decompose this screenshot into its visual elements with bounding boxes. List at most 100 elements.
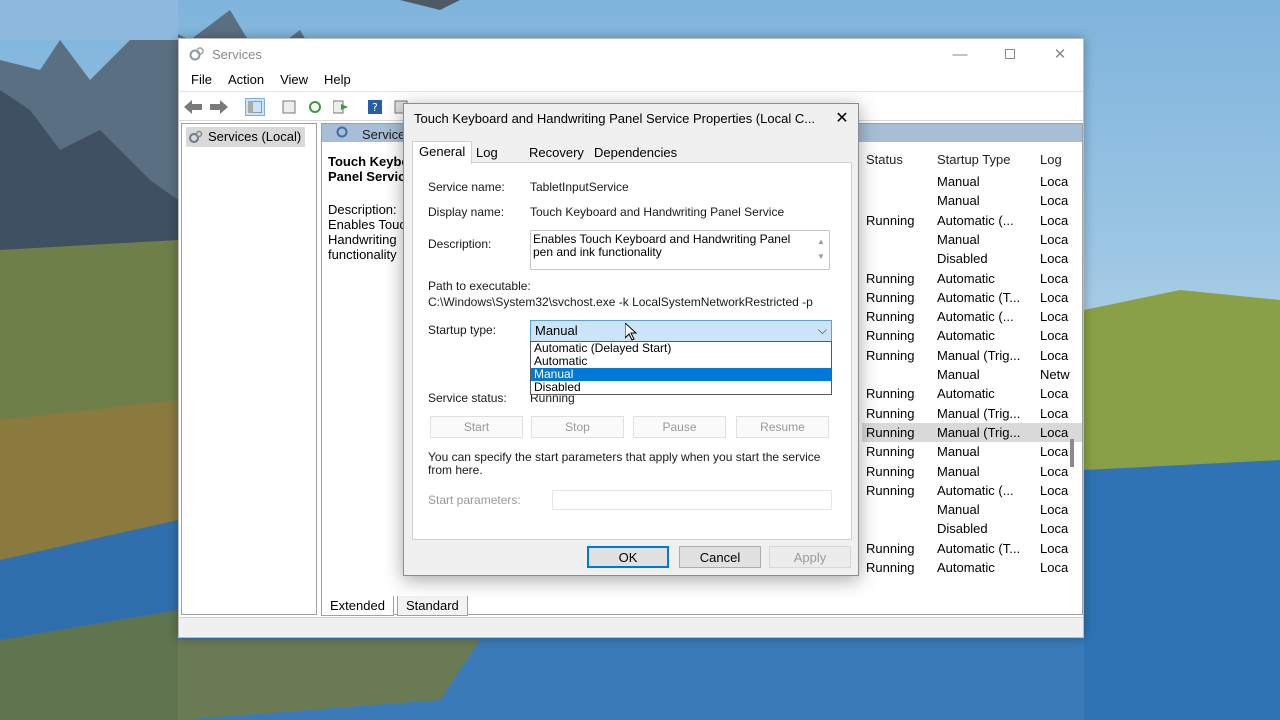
- resume-button[interactable]: Resume: [736, 416, 829, 438]
- startup-type-dropdown[interactable]: Manual ⌵: [530, 320, 832, 342]
- scroll-down-icon[interactable]: ▼: [815, 249, 827, 264]
- tab-standard[interactable]: Standard: [397, 596, 468, 616]
- table-row[interactable]: Running Automatic (... Loca: [862, 211, 1082, 230]
- column-header-status[interactable]: Status: [866, 152, 903, 167]
- description-textbox[interactable]: Enables Touch Keyboard and Handwriting P…: [530, 230, 830, 270]
- table-row[interactable]: Running Manual (Trig... Loca: [862, 346, 1082, 365]
- table-row[interactable]: Disabled Loca: [862, 519, 1082, 538]
- table-row[interactable]: Manual Loca: [862, 230, 1082, 249]
- forward-button[interactable]: [209, 98, 229, 116]
- status-cell: Running: [866, 463, 915, 479]
- startup-type-cell: Automatic (T...: [937, 540, 1021, 556]
- ok-button[interactable]: OK: [587, 546, 669, 568]
- startup-type-cell: Manual: [937, 193, 980, 209]
- general-tab-panel: Service name: TabletInputService Display…: [412, 162, 852, 540]
- startup-type-cell: Automatic: [937, 270, 995, 286]
- log-on-cell: Loca: [1040, 463, 1069, 479]
- status-cell: Running: [866, 540, 915, 556]
- stop-button[interactable]: Stop: [531, 416, 624, 438]
- tab-log-on[interactable]: Log On: [470, 143, 504, 175]
- close-button[interactable]: ✕: [1035, 39, 1085, 69]
- table-row[interactable]: Manual Netw: [862, 365, 1082, 384]
- tab-extended[interactable]: Extended: [321, 596, 394, 616]
- log-on-cell: Loca: [1040, 502, 1069, 518]
- description-scrollbar[interactable]: ▲ ▼: [815, 234, 827, 266]
- apply-button[interactable]: Apply: [769, 546, 851, 568]
- table-row[interactable]: Running Automatic (T... Loca: [862, 288, 1082, 307]
- status-cell: Running: [866, 347, 915, 363]
- refresh-button[interactable]: [305, 98, 325, 116]
- description-line: pen and ink functionality: [533, 245, 662, 259]
- scroll-up-icon[interactable]: ▲: [815, 234, 827, 249]
- table-row[interactable]: Running Manual (Trig... Loca: [862, 404, 1082, 423]
- vertical-scrollbar-thumb[interactable]: [1070, 439, 1074, 467]
- table-row[interactable]: Running Automatic (T... Loca: [862, 539, 1082, 558]
- maximize-button[interactable]: [985, 39, 1035, 69]
- properties-toolbar-button[interactable]: [279, 98, 299, 116]
- startup-type-cell: Automatic (...: [937, 482, 1014, 498]
- status-cell: Running: [866, 444, 915, 460]
- table-row[interactable]: Running Manual Loca: [862, 462, 1082, 481]
- log-on-cell: Loca: [1040, 309, 1069, 325]
- show-console-tree-button[interactable]: [245, 98, 265, 116]
- service-status-label: Service status:: [428, 391, 507, 405]
- start-parameters-input[interactable]: [552, 490, 832, 510]
- minimize-button[interactable]: —: [935, 39, 985, 69]
- status-cell: Running: [866, 405, 915, 421]
- services-gear-icon: [189, 47, 204, 61]
- table-row[interactable]: Running Automatic Loca: [862, 384, 1082, 403]
- table-row[interactable]: Disabled Loca: [862, 249, 1082, 268]
- startup-type-cell: Automatic: [937, 560, 995, 575]
- startup-type-cell: Disabled: [937, 521, 988, 537]
- option-automatic[interactable]: Automatic: [531, 355, 831, 368]
- startup-type-cell: Manual: [937, 444, 980, 460]
- services-gear-icon: [189, 130, 203, 143]
- log-on-cell: Loca: [1040, 174, 1069, 189]
- tab-general[interactable]: General: [412, 141, 473, 164]
- export-list-button[interactable]: [331, 98, 351, 116]
- startup-type-label: Startup type:: [428, 323, 497, 337]
- table-row[interactable]: Manual Loca: [862, 500, 1082, 519]
- log-on-cell: Loca: [1040, 328, 1069, 344]
- log-on-cell: Loca: [1040, 424, 1069, 440]
- startup-type-options-list: Automatic (Delayed Start) Automatic Manu…: [530, 341, 832, 395]
- chevron-down-icon: ⌵: [817, 323, 827, 337]
- column-header-startup-type[interactable]: Startup Type: [937, 152, 1010, 167]
- table-row[interactable]: Manual Loca: [862, 172, 1082, 191]
- menu-bar: File Action View Help: [179, 69, 1083, 91]
- pause-button[interactable]: Pause: [633, 416, 726, 438]
- status-cell: Running: [866, 482, 915, 498]
- back-button[interactable]: [183, 98, 203, 116]
- table-row[interactable]: Running Automatic Loca: [862, 326, 1082, 345]
- log-on-cell: Loca: [1040, 405, 1069, 421]
- table-row[interactable]: Running Manual Loca: [862, 442, 1082, 461]
- menu-file[interactable]: File: [183, 69, 220, 91]
- tab-recovery[interactable]: Recovery: [523, 143, 590, 163]
- start-parameters-label: Start parameters:: [428, 493, 521, 507]
- table-row[interactable]: Manual Loca: [862, 191, 1082, 210]
- dialog-close-button[interactable]: ✕: [826, 104, 858, 132]
- option-disabled[interactable]: Disabled: [531, 381, 831, 394]
- tab-dependencies[interactable]: Dependencies: [588, 143, 683, 163]
- column-header-log-on-as[interactable]: Log: [1040, 152, 1062, 167]
- log-on-cell: Loca: [1040, 212, 1069, 228]
- path-value: C:\Windows\System32\svchost.exe -k Local…: [428, 295, 813, 309]
- table-row[interactable]: Running Automatic Loca: [862, 269, 1082, 288]
- tree-item-services-local[interactable]: Services (Local): [186, 127, 306, 147]
- table-row[interactable]: Running Automatic (... Loca: [862, 481, 1082, 500]
- export-icon: [333, 100, 348, 114]
- menu-view[interactable]: View: [272, 69, 316, 91]
- help-button[interactable]: ?: [365, 98, 385, 116]
- window-title: Services: [212, 47, 262, 62]
- cancel-button[interactable]: Cancel: [679, 546, 761, 568]
- table-row[interactable]: Running Manual (Trig... Loca: [862, 422, 1082, 443]
- tree-item-label: Services (Local): [208, 129, 302, 144]
- menu-action[interactable]: Action: [220, 69, 272, 91]
- table-row[interactable]: Running Automatic (... Loca: [862, 307, 1082, 326]
- log-on-cell: Loca: [1040, 540, 1069, 556]
- menu-help[interactable]: Help: [316, 69, 359, 91]
- table-row[interactable]: Running Automatic Loca: [862, 558, 1082, 577]
- start-button[interactable]: Start: [430, 416, 523, 438]
- console-tree-icon: [248, 101, 262, 113]
- maximize-icon: [1005, 49, 1015, 59]
